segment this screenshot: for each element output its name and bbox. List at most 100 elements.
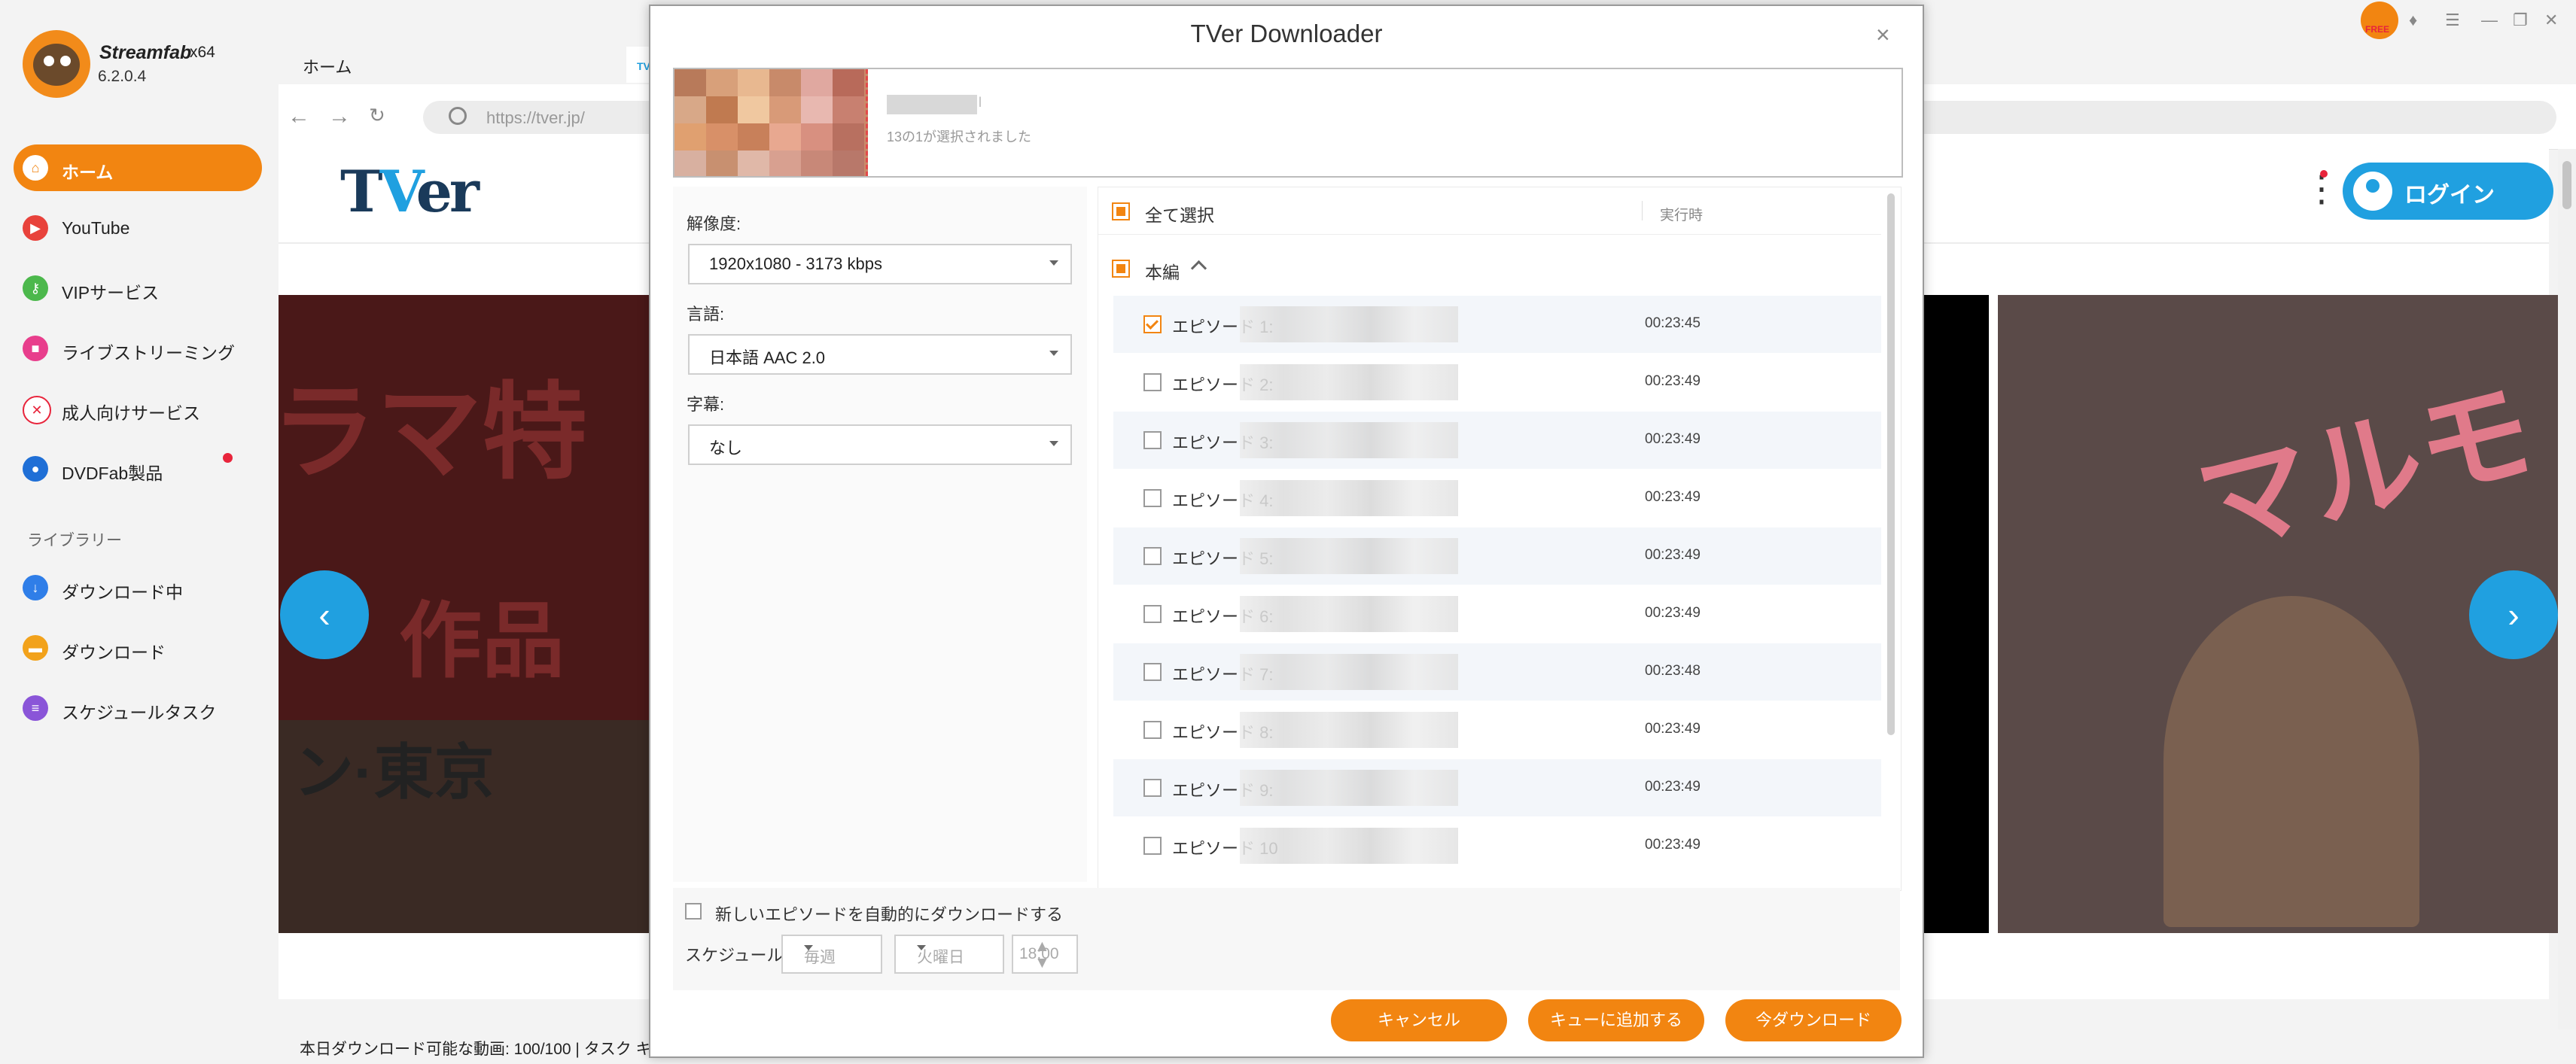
schedule-frequency-select[interactable]: 毎週: [781, 935, 882, 974]
more-menu-icon[interactable]: ⋮: [2303, 172, 2340, 208]
episode-checkbox[interactable]: [1143, 837, 1162, 855]
close-icon[interactable]: ×: [1876, 21, 1890, 49]
menu-icon[interactable]: ☰: [2445, 11, 2460, 30]
video-title-fragment: l: [979, 95, 982, 110]
group-checkbox[interactable]: [1112, 260, 1130, 278]
resolution-select[interactable]: 1920x1080 - 3173 kbps: [688, 244, 1072, 284]
schedule-label: スケジュール:: [685, 946, 788, 965]
sidebar-item-live-streaming[interactable]: ■ ライブストリーミング: [14, 325, 262, 372]
episode-title-redacted: [1240, 364, 1458, 400]
tver-logo[interactable]: TVer: [340, 158, 480, 225]
notification-dot: [2320, 170, 2328, 178]
page-scroll-thumb[interactable]: [2562, 161, 2571, 209]
schedule-time-input[interactable]: 18:00 ▲ ▼: [1012, 935, 1078, 974]
spin-up-icon[interactable]: ▲: [1034, 938, 1072, 956]
schedule-day-select[interactable]: 火曜日: [894, 935, 1004, 974]
episode-checkbox[interactable]: [1143, 315, 1162, 333]
sidebar-item-home[interactable]: ⌂ ホーム: [14, 144, 262, 191]
episode-runtime: 00:23:45: [1645, 315, 1701, 331]
adult-icon: ✕: [23, 396, 51, 424]
episode-row[interactable]: エピソード 1: 00:23:45: [1113, 296, 1881, 353]
forward-icon[interactable]: →: [328, 104, 351, 129]
login-button[interactable]: ログイン: [2343, 163, 2553, 220]
episode-row[interactable]: エピソード 4: 00:23:49: [1113, 470, 1881, 527]
episode-title-redacted: [1240, 828, 1458, 864]
download-now-button[interactable]: 今ダウンロード: [1725, 999, 1902, 1041]
episode-title-redacted: [1240, 538, 1458, 574]
dvdfab-icon: ●: [23, 456, 48, 482]
youtube-icon: ▶: [23, 215, 48, 241]
episode-checkbox[interactable]: [1143, 547, 1162, 565]
episode-row[interactable]: エピソード 5: 00:23:49: [1113, 527, 1881, 585]
episode-checkbox[interactable]: [1143, 779, 1162, 797]
group-label: 本編: [1145, 263, 1180, 282]
banner-center[interactable]: [1921, 295, 1989, 933]
episode-runtime: 00:23:49: [1645, 373, 1701, 389]
tver-downloader-dialog: TVer Downloader × l 13の1が選択されました 解像度: 19…: [649, 5, 1924, 1058]
minimize-button[interactable]: —: [2481, 11, 2498, 30]
episode-checkbox[interactable]: [1143, 373, 1162, 391]
sidebar-item-downloading[interactable]: ↓ ダウンロード中: [14, 564, 262, 611]
maximize-button[interactable]: ❐: [2513, 11, 2528, 30]
search-icon: [449, 107, 467, 125]
sidebar-item-vip[interactable]: ⚷ VIPサービス: [14, 265, 262, 312]
video-info: l 13の1が選択されました: [673, 68, 1903, 178]
skin-icon[interactable]: ♦: [2409, 11, 2417, 30]
page-scrollbar[interactable]: [2558, 149, 2576, 1029]
add-to-queue-button[interactable]: キューに追加する: [1528, 999, 1704, 1041]
episode-checkbox[interactable]: [1143, 663, 1162, 681]
dialog-title: TVer Downloader: [1190, 20, 1383, 47]
episode-list-scrollbar[interactable]: [1887, 193, 1895, 735]
dropdown-arrow-icon: [1049, 441, 1058, 446]
episode-row[interactable]: エピソード 8: 00:23:49: [1113, 701, 1881, 758]
sidebar-item-dvdfab[interactable]: ● DVDFab製品: [14, 445, 262, 492]
dropdown-arrow-icon: [917, 945, 926, 950]
episode-row[interactable]: エピソード 3: 00:23:49: [1113, 412, 1881, 469]
select-all-checkbox[interactable]: [1112, 202, 1130, 220]
sidebar-item-downloaded[interactable]: ▬ ダウンロード: [14, 625, 262, 671]
subtitle-select[interactable]: なし: [688, 424, 1072, 465]
home-icon: ⌂: [23, 155, 48, 181]
carousel-prev-button[interactable]: ‹: [280, 570, 369, 659]
user-icon: [2353, 172, 2392, 211]
sidebar-item-adult[interactable]: ✕ 成人向けサービス: [14, 385, 262, 432]
episode-checkbox[interactable]: [1143, 605, 1162, 623]
reload-icon[interactable]: ↻: [369, 104, 385, 127]
episode-checkbox[interactable]: [1143, 489, 1162, 507]
tab-home[interactable]: ホーム: [303, 54, 352, 78]
sidebar-item-schedule[interactable]: ≡ スケジュールタスク: [14, 685, 262, 731]
dropdown-arrow-icon: [804, 945, 813, 950]
episode-checkbox[interactable]: [1143, 431, 1162, 449]
auto-download-checkbox[interactable]: [685, 903, 702, 920]
library-title: ライブラリー: [27, 532, 122, 549]
download-arrow-icon: ↓: [23, 575, 48, 600]
episode-list: 全て選択 実行時 本編 エピソード 1: 00:23:45 エピソード 2: 0…: [1098, 187, 1902, 891]
sidebar-item-label: 成人向けサービス: [62, 403, 200, 423]
schedule-list-icon: ≡: [23, 695, 48, 721]
app-name: Streamfab: [99, 42, 192, 63]
episode-checkbox[interactable]: [1143, 721, 1162, 739]
back-icon[interactable]: ←: [288, 104, 310, 129]
episode-row[interactable]: エピソード 6: 00:23:49: [1113, 585, 1881, 643]
episode-title-redacted: [1240, 596, 1458, 632]
episode-title-redacted: [1240, 480, 1458, 516]
cancel-button[interactable]: キャンセル: [1331, 999, 1507, 1041]
sidebar-item-label: YouTube: [62, 218, 130, 238]
episode-row[interactable]: エピソード 10 00:23:49: [1113, 817, 1881, 874]
language-select[interactable]: 日本語 AAC 2.0: [688, 334, 1072, 375]
notification-dot: [223, 453, 233, 463]
free-badge-icon[interactable]: FREE: [2361, 2, 2398, 39]
spin-down-icon[interactable]: ▼: [1034, 954, 1072, 972]
episode-row[interactable]: エピソード 9: 00:23:49: [1113, 759, 1881, 816]
dropdown-arrow-icon: [1049, 260, 1058, 266]
subtitle-label: 字幕:: [687, 395, 725, 414]
carousel-next-button[interactable]: ›: [2469, 570, 2558, 659]
close-window-button[interactable]: ✕: [2544, 11, 2558, 30]
sidebar: Streamfab x64 6.2.0.4 ⌂ ホーム ▶ YouTube ⚷ …: [0, 0, 279, 1064]
chevron-up-icon[interactable]: [1190, 260, 1207, 277]
episode-runtime: 00:23:49: [1645, 779, 1701, 795]
sidebar-item-youtube[interactable]: ▶ YouTube: [14, 205, 262, 251]
sidebar-item-label: スケジュールタスク: [62, 703, 217, 722]
episode-row[interactable]: エピソード 2: 00:23:49: [1113, 354, 1881, 411]
episode-row[interactable]: エピソード 7: 00:23:48: [1113, 643, 1881, 701]
